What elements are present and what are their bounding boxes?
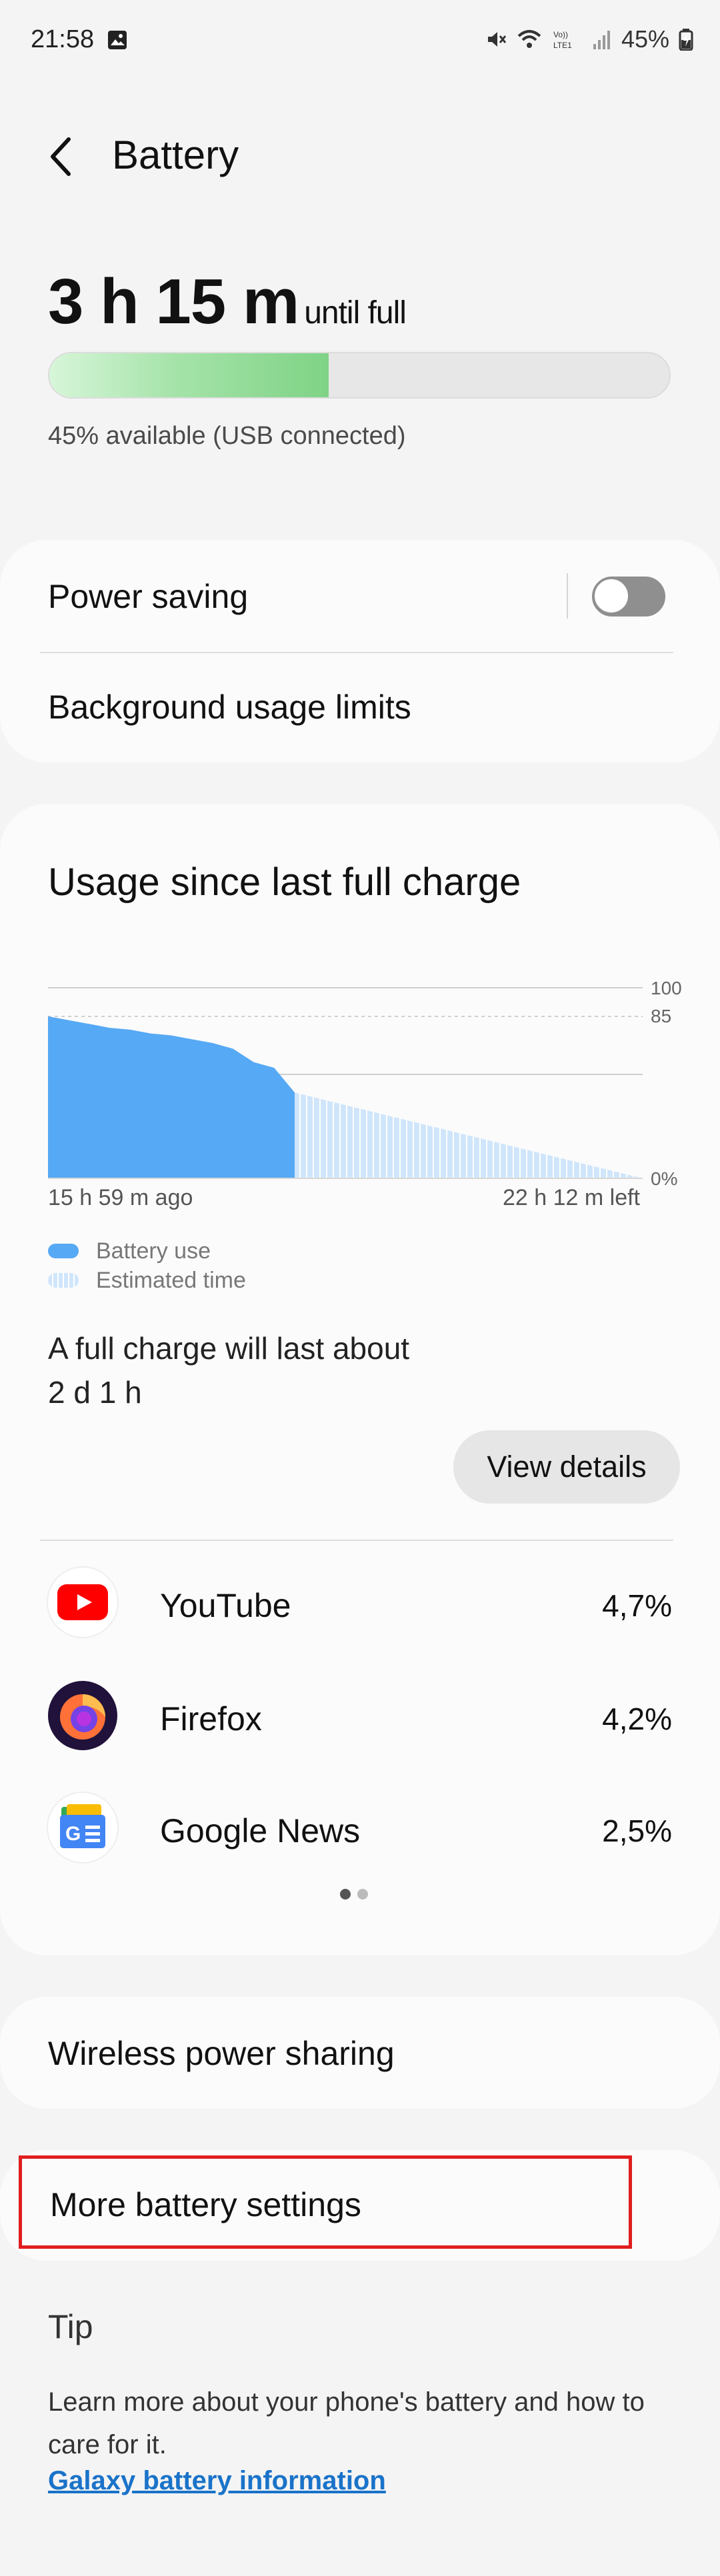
apps-divider [40, 1540, 673, 1541]
chart-x-start-label: 15 h 59 m ago [48, 1185, 193, 1210]
page-title: Battery [112, 133, 239, 177]
svg-text:Vo)): Vo)) [553, 30, 568, 39]
app-name: Firefox [160, 1700, 262, 1738]
google-news-icon: G [48, 1793, 117, 1862]
more-battery-settings-row[interactable]: More battery settings [19, 2155, 632, 2249]
battery-charging-icon [679, 29, 693, 51]
page-dot[interactable] [357, 1889, 368, 1900]
wireless-power-sharing-label: Wireless power sharing [48, 2035, 395, 2072]
vertical-divider [567, 573, 568, 619]
battery-level-bar [48, 352, 671, 399]
svg-text:G: G [65, 1823, 81, 1845]
battery-use-area [48, 1016, 295, 1178]
mute-icon [487, 32, 507, 47]
legend-estimated-label: Estimated time [96, 1268, 246, 1293]
y-tick-100: 100 [651, 978, 682, 998]
background-usage-limits-row[interactable]: Background usage limits [0, 653, 720, 762]
tip-title: Tip [48, 2308, 93, 2345]
battery-level-fill [49, 353, 329, 397]
estimated-area-group [295, 1092, 643, 1178]
full-charge-label: A full charge will last about [48, 1331, 410, 1366]
page-indicator [340, 1889, 368, 1900]
svg-text:LTE1: LTE1 [553, 41, 572, 50]
legend-estimated-swatch [48, 1273, 79, 1288]
app-percent: 2,5% [602, 1814, 672, 1848]
status-icons: Vo)) LTE1 45% [484, 25, 693, 53]
power-saving-label: Power saving [48, 578, 249, 615]
battery-available-text: 45% available (USB connected) [48, 422, 406, 450]
back-button[interactable] [44, 130, 77, 183]
toggle-knob [593, 577, 630, 615]
volte-icon: Vo)) LTE1 [553, 30, 572, 50]
time-until-full: 3 h 15 m until full [48, 265, 407, 339]
app-row-youtube[interactable]: YouTube 4,7% [0, 1561, 720, 1646]
background-usage-limits-label: Background usage limits [48, 688, 411, 726]
firefox-icon [48, 1681, 117, 1750]
usage-title: Usage since last full charge [48, 860, 521, 904]
power-saving-row[interactable]: Power saving [0, 540, 720, 653]
full-charge-value: 2 d 1 h [48, 1375, 142, 1410]
time-remaining-value: 3 h 15 m [48, 266, 299, 337]
app-percent: 4,2% [602, 1702, 672, 1736]
gallery-notification-icon [108, 31, 127, 49]
app-row-google-news[interactable]: G Google News 2,5% [0, 1786, 720, 1872]
y-tick-0: 0% [651, 1168, 677, 1189]
app-row-firefox[interactable]: Firefox 4,2% [0, 1674, 720, 1760]
view-details-button[interactable]: View details [453, 1430, 680, 1504]
usage-chart: 100 85 0% [48, 978, 682, 1189]
wireless-power-sharing-row[interactable]: Wireless power sharing [0, 1997, 720, 2109]
signal-icon [593, 31, 610, 49]
wifi-icon [517, 30, 541, 48]
power-settings-card: Power saving Background usage limits [0, 540, 720, 762]
status-battery-percent: 45% [621, 25, 669, 53]
chevron-left-icon [51, 137, 71, 176]
youtube-icon [48, 1568, 117, 1637]
app-name: Google News [160, 1812, 361, 1850]
more-battery-settings-label: More battery settings [50, 2186, 361, 2223]
status-bar: 21:58 Vo)) LTE1 45% [0, 0, 720, 80]
page-dot-active[interactable] [340, 1889, 351, 1900]
until-full-label: until full [304, 295, 407, 331]
app-name: YouTube [160, 1587, 291, 1624]
usage-card: Usage since last full charge 100 85 0% 1… [0, 804, 720, 1955]
legend-battery-use-label: Battery use [96, 1238, 211, 1264]
status-time: 21:58 [31, 25, 95, 53]
chart-x-end-label: 22 h 12 m left [502, 1185, 640, 1210]
y-tick-85: 85 [651, 1006, 671, 1026]
galaxy-battery-info-link[interactable]: Galaxy battery information [48, 2466, 386, 2496]
power-saving-toggle[interactable] [592, 577, 665, 617]
legend-battery-use-swatch [48, 1244, 79, 1258]
app-percent: 4,7% [602, 1588, 672, 1623]
tip-body: Learn more about your phone's battery an… [48, 2387, 645, 2459]
